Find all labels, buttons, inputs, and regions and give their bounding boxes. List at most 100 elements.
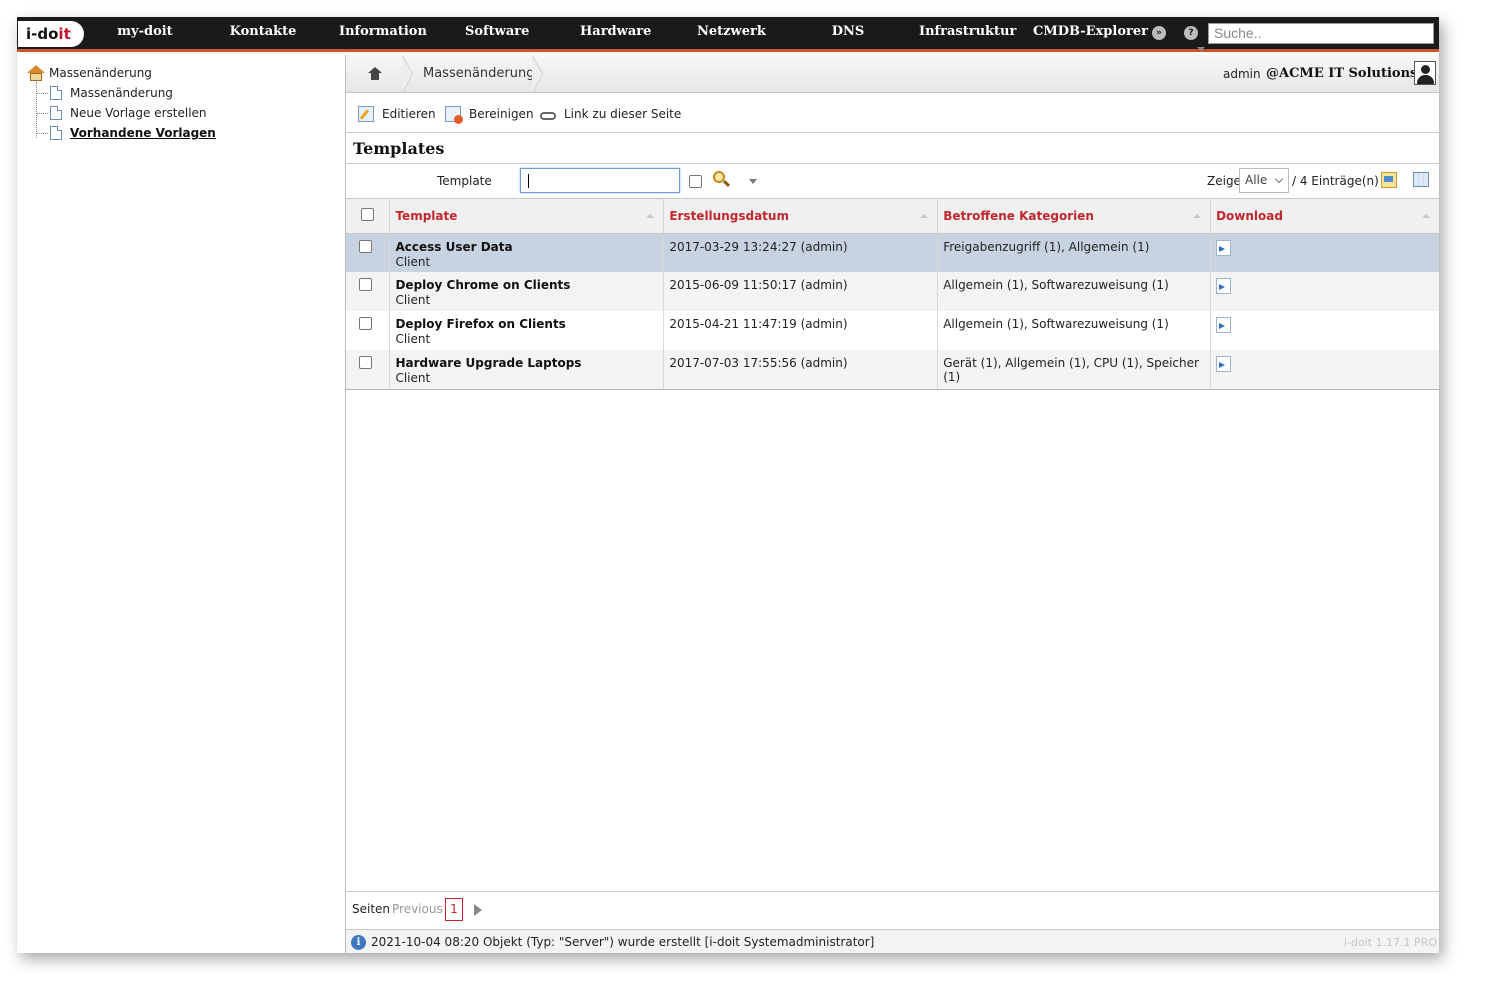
action-toolbar: Editieren Bereinigen Link zu dieser Seit… (346, 93, 1439, 133)
sort-icon[interactable] (1422, 214, 1430, 218)
show-label: Zeige (1207, 174, 1241, 188)
row-checkbox[interactable] (358, 239, 372, 253)
search-icon[interactable] (713, 171, 731, 189)
pager-current-page[interactable]: 1 (445, 898, 463, 921)
columns-icon[interactable] (1413, 172, 1429, 187)
pager-previous-button[interactable]: Previous (392, 902, 443, 916)
nav-infrastruktur[interactable]: Infrastruktur (919, 17, 1016, 49)
tree-item-label: Neue Vorlage erstellen (70, 106, 207, 120)
document-icon (50, 106, 62, 120)
entries-count: / 4 Einträge(n) (1292, 174, 1379, 188)
download-icon[interactable] (1216, 239, 1232, 256)
breadcrumb-current[interactable]: Massenänderung (423, 66, 535, 81)
column-header-download[interactable]: Download (1210, 199, 1439, 234)
row-checkbox[interactable] (358, 356, 372, 369)
template-type: Client (395, 293, 431, 307)
tree-item-massenaenderung[interactable]: Massenänderung (36, 85, 173, 101)
column-header-created[interactable]: Erstellungsdatum (663, 199, 939, 234)
document-icon (50, 86, 62, 100)
download-icon[interactable] (1216, 278, 1232, 294)
edit-icon (358, 105, 374, 122)
left-tree-panel: Massenänderung Massenänderung Neue Vorla… (17, 55, 345, 953)
tree-item-label: Vorhandene Vorlagen (70, 126, 216, 140)
clean-icon (445, 105, 463, 124)
page-size-select[interactable]: Alle (1239, 168, 1289, 193)
affected-categories: Gerät (1), Allgemein (1), CPU (1), Speic… (937, 350, 1212, 390)
column-header-categories[interactable]: Betroffene Kategorien (937, 199, 1212, 234)
nav-dns[interactable]: DNS (829, 17, 867, 49)
template-name[interactable]: Access User Data (395, 240, 658, 255)
download-icon[interactable] (1216, 356, 1232, 372)
select-all-checkbox[interactable] (361, 207, 375, 221)
search-dropdown-icon (1197, 47, 1205, 51)
help-icon[interactable]: ? (1184, 26, 1198, 40)
filter-label: Template (437, 174, 492, 188)
table-header-row: Template Erstellungsdatum Betroffene Kat… (346, 199, 1439, 234)
idoit-logo[interactable]: i-doit (18, 21, 84, 47)
filter-options-icon[interactable] (749, 179, 757, 184)
section-title: Templates (346, 133, 1439, 164)
column-header-template[interactable]: Template (389, 199, 665, 234)
table-row[interactable]: Deploy Firefox on Clients Client 2015-04-… (346, 311, 1439, 350)
tree-item-vorhandene-vorlagen[interactable]: Vorhandene Vorlagen (36, 125, 216, 141)
home-icon (27, 65, 45, 81)
table-row[interactable]: Hardware Upgrade Laptops Client 2017-07-0… (346, 350, 1439, 390)
select-all-cell (346, 199, 391, 234)
sort-icon[interactable] (920, 214, 929, 218)
link-to-page-button[interactable]: Link zu dieser Seite (540, 105, 681, 122)
breadcrumb-home-icon[interactable] (368, 67, 382, 80)
template-type: Client (395, 254, 431, 269)
created-date: 2015-04-21 11:47:19 (admin) (663, 311, 939, 350)
sort-icon[interactable] (1193, 214, 1202, 218)
templates-table: Template Erstellungsdatum Betroffene Kat… (346, 199, 1439, 390)
breadcrumb-separator (402, 55, 417, 93)
row-checkbox[interactable] (358, 317, 372, 330)
nav-netzwerk[interactable]: Netzwerk (697, 17, 766, 49)
app-window: i-doit my-doit Kontakte Information Soft… (17, 17, 1439, 953)
row-checkbox[interactable] (358, 278, 372, 291)
search-input[interactable]: Suche.. (1208, 23, 1434, 44)
export-icon[interactable] (1381, 172, 1397, 188)
created-date: 2015-06-09 11:50:17 (admin) (663, 272, 939, 311)
download-icon[interactable] (1216, 317, 1232, 333)
nav-my-doit[interactable]: my-doit (113, 17, 177, 49)
template-name[interactable]: Deploy Chrome on Clients (395, 278, 658, 293)
user-name[interactable]: admin (1223, 67, 1261, 81)
template-name[interactable]: Deploy Firefox on Clients (395, 317, 658, 332)
nav-software[interactable]: Software (465, 17, 529, 49)
status-message: 2021-10-04 08:20 Objekt (Typ: "Server") … (371, 935, 875, 949)
table-row[interactable]: Deploy Chrome on Clients Client 2015-06-0… (346, 272, 1439, 311)
template-filter-input[interactable] (520, 168, 680, 193)
fast-forward-icon[interactable]: » (1152, 26, 1166, 40)
pagination: Seiten Previous 1 (346, 891, 1439, 929)
created-date: 2017-07-03 17:55:56 (admin) (663, 350, 939, 390)
pager-next-icon[interactable] (474, 904, 482, 916)
table-row[interactable]: Access User Data Client 2017-03-29 13:24:… (346, 233, 1439, 272)
avatar[interactable] (1414, 61, 1436, 85)
clean-button[interactable]: Bereinigen (445, 105, 534, 124)
nav-hardware[interactable]: Hardware (580, 17, 651, 49)
tree-item-label: Massenänderung (70, 86, 173, 100)
version-label: i-doit 1.17.1 PRO (1343, 936, 1437, 949)
edit-button[interactable]: Editieren (358, 105, 436, 122)
affected-categories: Freigabenzugriff (1), Allgemein (1) (937, 233, 1212, 272)
status-bar: i 2021-10-04 08:20 Objekt (Typ: "Server"… (346, 929, 1439, 953)
sort-icon[interactable] (646, 214, 655, 218)
filter-checkbox[interactable] (689, 175, 702, 188)
info-icon: i (351, 935, 366, 950)
template-type: Client (395, 371, 431, 385)
link-icon (540, 111, 556, 120)
template-type: Client (395, 332, 431, 346)
nav-information[interactable]: Information (339, 17, 427, 49)
nav-cmdb-explorer[interactable]: CMDB-Explorer (1033, 17, 1148, 49)
breadcrumb-separator (532, 55, 547, 93)
tree-root-label: Massenänderung (49, 66, 152, 80)
user-org[interactable]: @ACME IT Solutions (1266, 66, 1417, 81)
document-icon (50, 126, 62, 140)
pager-label: Seiten (352, 902, 391, 916)
tree-root-massenaenderung[interactable]: Massenänderung (27, 65, 152, 81)
main-content: Massenänderung admin @ACME IT Solutions … (345, 55, 1439, 953)
nav-kontakte[interactable]: Kontakte (229, 17, 297, 49)
tree-item-neue-vorlage[interactable]: Neue Vorlage erstellen (36, 105, 207, 121)
template-name[interactable]: Hardware Upgrade Laptops (395, 356, 658, 371)
